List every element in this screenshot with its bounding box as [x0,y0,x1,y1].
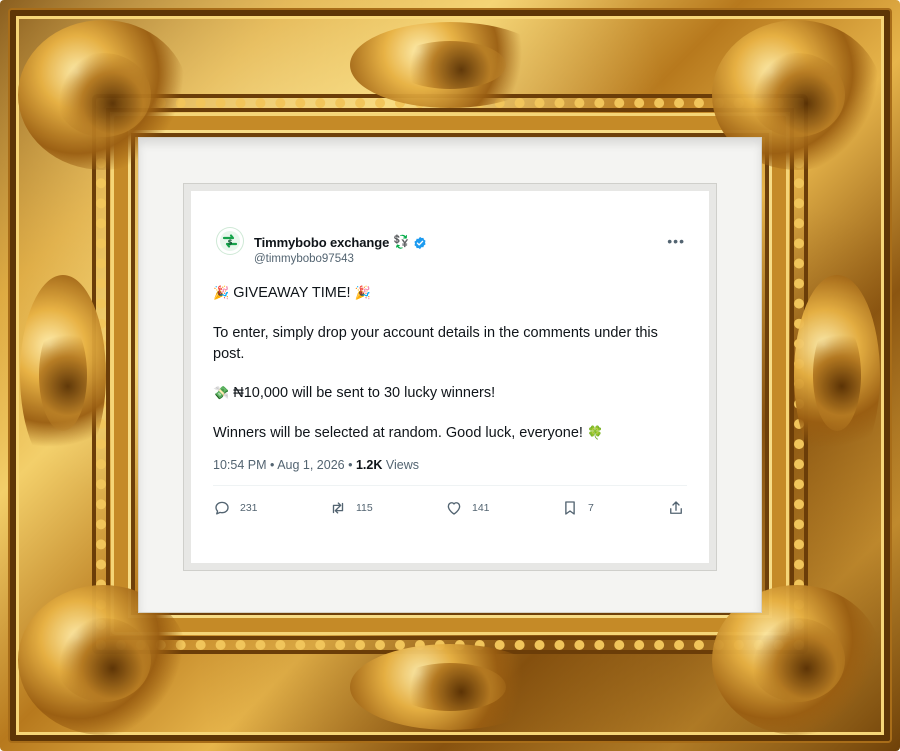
money-with-wings-emoji: 💸 [213,386,230,401]
exchange-logo-icon: $ [220,231,240,251]
tweet-line-1-text: GIVEAWAY TIME! [233,285,351,301]
tweet-actions: 231 115 141 7 [213,499,687,519]
party-popper-emoji: 🎉 [354,286,371,301]
frame-center-ornament [350,644,550,730]
tweet-time[interactable]: 10:54 PM [213,458,267,472]
four-leaf-clover-emoji: 🍀 [586,426,604,441]
party-popper-emoji: 🎉 [213,286,230,301]
currency-exchange-emoji: 💱 [393,235,410,250]
like-button[interactable]: 141 [445,499,490,517]
reply-count: 231 [240,502,258,514]
tweet-date[interactable]: Aug 1, 2026 [277,458,344,472]
bookmark-icon [565,501,575,515]
frame-side-ornament [20,275,106,475]
tweet-divider [213,485,687,486]
tweet-header: $ Timmybobo exchange 💱 @timmybobo97543 •… [213,224,687,265]
tweet-line-4-text: Winners will be selected at random. Good… [213,425,583,441]
heart-icon [447,502,461,515]
author-name-row[interactable]: Timmybobo exchange 💱 [254,235,427,250]
tweet-line-2: To enter, simply drop your account detai… [213,325,658,362]
views-label: Views [385,458,419,472]
bookmark-count: 7 [588,502,594,514]
reply-icon [215,501,229,515]
tweet-meta: 10:54 PM • Aug 1, 2026 • 1.2K Views [213,458,419,472]
repost-icon [332,502,344,514]
tweet-line-1: 🎉 GIVEAWAY TIME! 🎉 [213,283,371,304]
repost-button[interactable]: 115 [329,499,373,517]
tweet-line-3-text: ₦10,000 will be sent to 30 lucky winners… [233,385,496,401]
like-count: 141 [472,502,490,514]
tweet-line-3: 💸 ₦10,000 will be sent to 30 lucky winne… [213,383,495,404]
repost-count: 115 [356,502,373,514]
more-options-icon[interactable]: ••• [667,234,685,248]
meta-separator: • [348,458,353,472]
tweet-line-4: Winners will be selected at random. Good… [213,423,603,444]
share-button[interactable] [667,499,685,517]
reply-button[interactable]: 231 [213,499,258,517]
author-display-name[interactable]: Timmybobo exchange [254,235,389,250]
tweet-card[interactable]: $ Timmybobo exchange 💱 @timmybobo97543 •… [191,191,709,563]
author-handle[interactable]: @timmybobo97543 [254,253,354,265]
verified-badge-icon [414,236,426,249]
svg-text:$: $ [228,239,233,247]
bookmark-button[interactable]: 7 [561,499,594,517]
frame-side-ornament [794,275,880,475]
share-icon [670,501,682,514]
views-count: 1.2K [355,458,383,472]
meta-separator: • [270,458,275,472]
author-avatar[interactable]: $ [217,228,243,254]
frame-center-ornament [350,22,550,108]
